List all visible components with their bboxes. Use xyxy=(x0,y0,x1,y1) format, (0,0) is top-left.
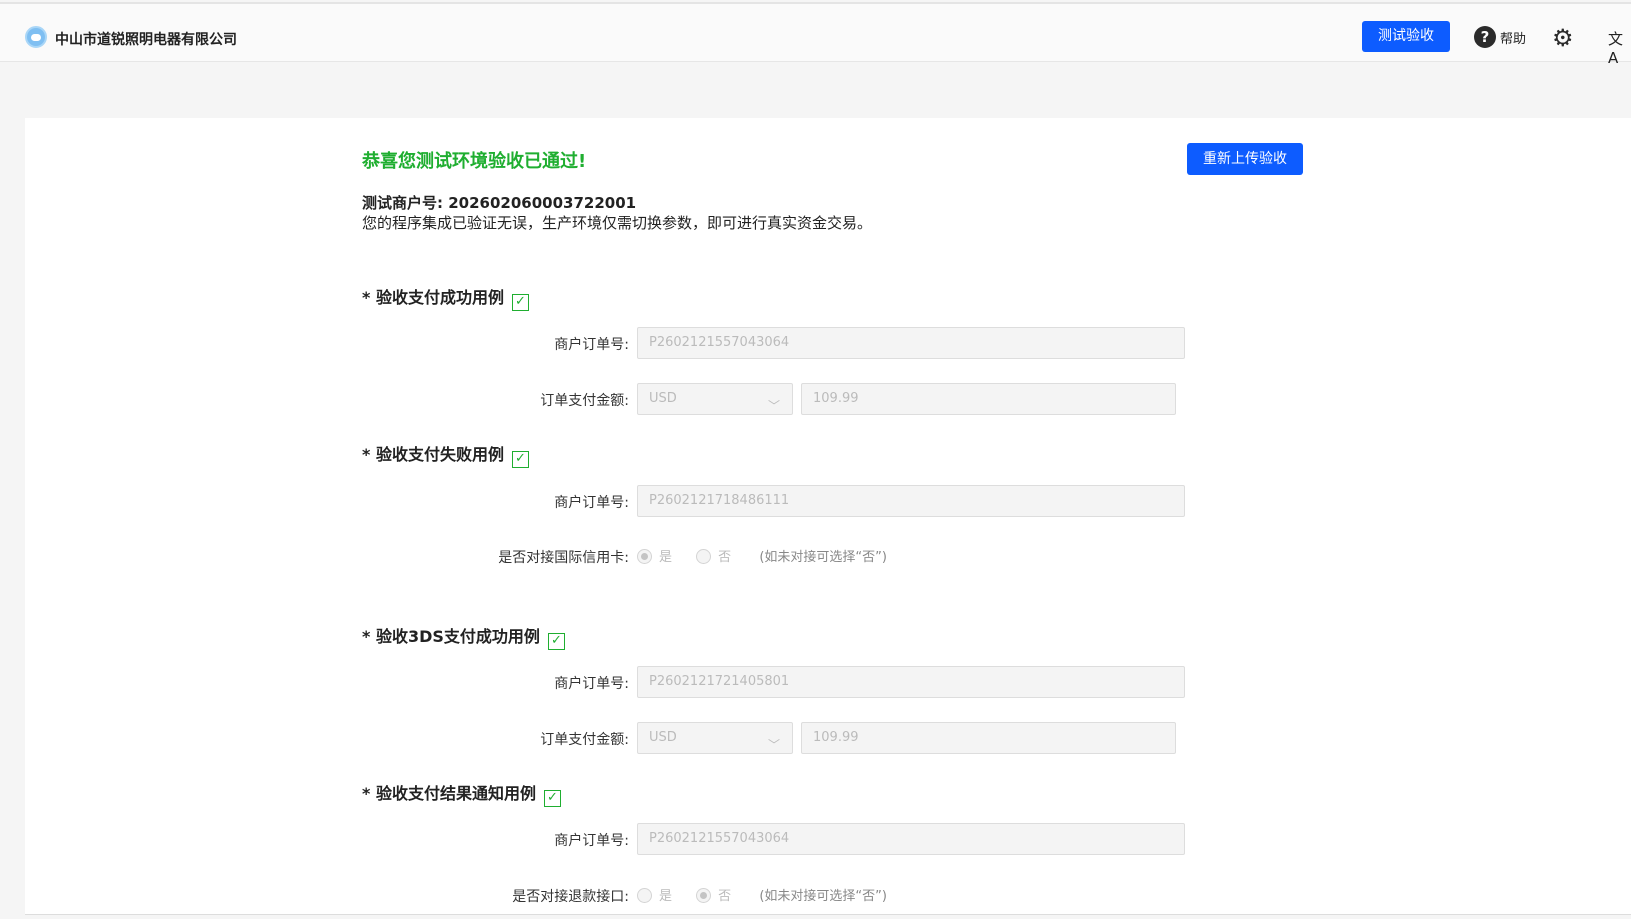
credit-card-radio-group: 是 否 (如未对接可选择“否”) xyxy=(637,546,887,565)
help-icon[interactable]: ? xyxy=(1474,26,1496,48)
radio-yes[interactable] xyxy=(637,549,652,564)
amount-input[interactable]: 109.99 xyxy=(801,722,1176,754)
reupload-button[interactable]: 重新上传验收 xyxy=(1187,143,1303,175)
order-no-input[interactable]: P2602121718486111 xyxy=(637,485,1185,517)
top-header: 中山市道锐照明电器有限公司 测试验收 ? 帮助 ⚙ 文A xyxy=(0,2,1631,67)
order-no-label: 商户订单号: xyxy=(554,833,629,849)
radio-hint: (如未对接可选择“否”) xyxy=(759,550,887,565)
order-no-input[interactable]: P2602121721405801 xyxy=(637,666,1185,698)
success-title: 恭喜您测试环境验收已通过! xyxy=(362,151,587,172)
section-title: * 验收支付失败用例 xyxy=(362,445,504,464)
order-no-input[interactable]: P2602121557043064 xyxy=(637,823,1185,855)
amount-input[interactable]: 109.99 xyxy=(801,383,1176,415)
company-logo-icon xyxy=(25,26,47,48)
radio-yes-label: 是 xyxy=(659,889,673,904)
section-3ds-success: * 验收3DS支付成功用例 ✓ xyxy=(362,623,565,650)
test-acceptance-button[interactable]: 测试验收 xyxy=(1362,21,1450,52)
check-icon: ✓ xyxy=(511,294,529,311)
currency-value: USD xyxy=(649,730,677,745)
section-pay-success: * 验收支付成功用例 ✓ xyxy=(362,284,529,311)
check-icon: ✓ xyxy=(511,451,529,468)
help-link[interactable]: 帮助 xyxy=(1500,28,1526,47)
radio-no-label: 否 xyxy=(718,889,732,904)
check-icon: ✓ xyxy=(543,790,561,807)
order-no-input[interactable]: P2602121557043064 xyxy=(637,327,1185,359)
radio-no[interactable] xyxy=(696,888,712,903)
success-description: 您的程序集成已验证无误，生产环境仅需切换参数，即可进行真实资金交易。 xyxy=(362,214,873,232)
amount-label: 订单支付金额: xyxy=(540,732,629,748)
section-title: * 验收支付成功用例 xyxy=(362,288,504,307)
credit-card-label: 是否对接国际信用卡: xyxy=(498,550,629,566)
radio-yes-label: 是 xyxy=(659,550,673,565)
refund-radio-group: 是 否 (如未对接可选择“否”) xyxy=(637,885,887,904)
chevron-down-icon: ﹀ xyxy=(767,399,780,413)
check-icon: ✓ xyxy=(547,633,565,650)
section-title: * 验收支付结果通知用例 xyxy=(362,784,536,803)
order-no-label: 商户订单号: xyxy=(554,676,629,692)
translate-icon[interactable]: 文A xyxy=(1608,28,1631,67)
currency-value: USD xyxy=(649,391,677,406)
section-title: * 验收3DS支付成功用例 xyxy=(362,627,540,646)
currency-select[interactable]: USD ﹀ xyxy=(637,383,793,415)
radio-no-label: 否 xyxy=(718,550,732,565)
currency-select[interactable]: USD ﹀ xyxy=(637,722,793,754)
order-no-label: 商户订单号: xyxy=(554,495,629,511)
radio-hint: (如未对接可选择“否”) xyxy=(759,889,887,904)
refund-label: 是否对接退款接口: xyxy=(512,889,629,905)
order-no-label: 商户订单号: xyxy=(554,337,629,353)
radio-yes[interactable] xyxy=(637,888,652,903)
gear-icon[interactable]: ⚙ xyxy=(1552,26,1574,50)
section-pay-failure: * 验收支付失败用例 ✓ xyxy=(362,441,529,468)
company-name: 中山市道锐照明电器有限公司 xyxy=(55,32,237,48)
section-notify: * 验收支付结果通知用例 ✓ xyxy=(362,780,561,807)
chevron-down-icon: ﹀ xyxy=(767,738,780,752)
merchant-number: 测试商户号: 202602060003722001 xyxy=(362,194,637,212)
radio-no[interactable] xyxy=(696,549,712,564)
amount-label: 订单支付金额: xyxy=(540,393,629,409)
